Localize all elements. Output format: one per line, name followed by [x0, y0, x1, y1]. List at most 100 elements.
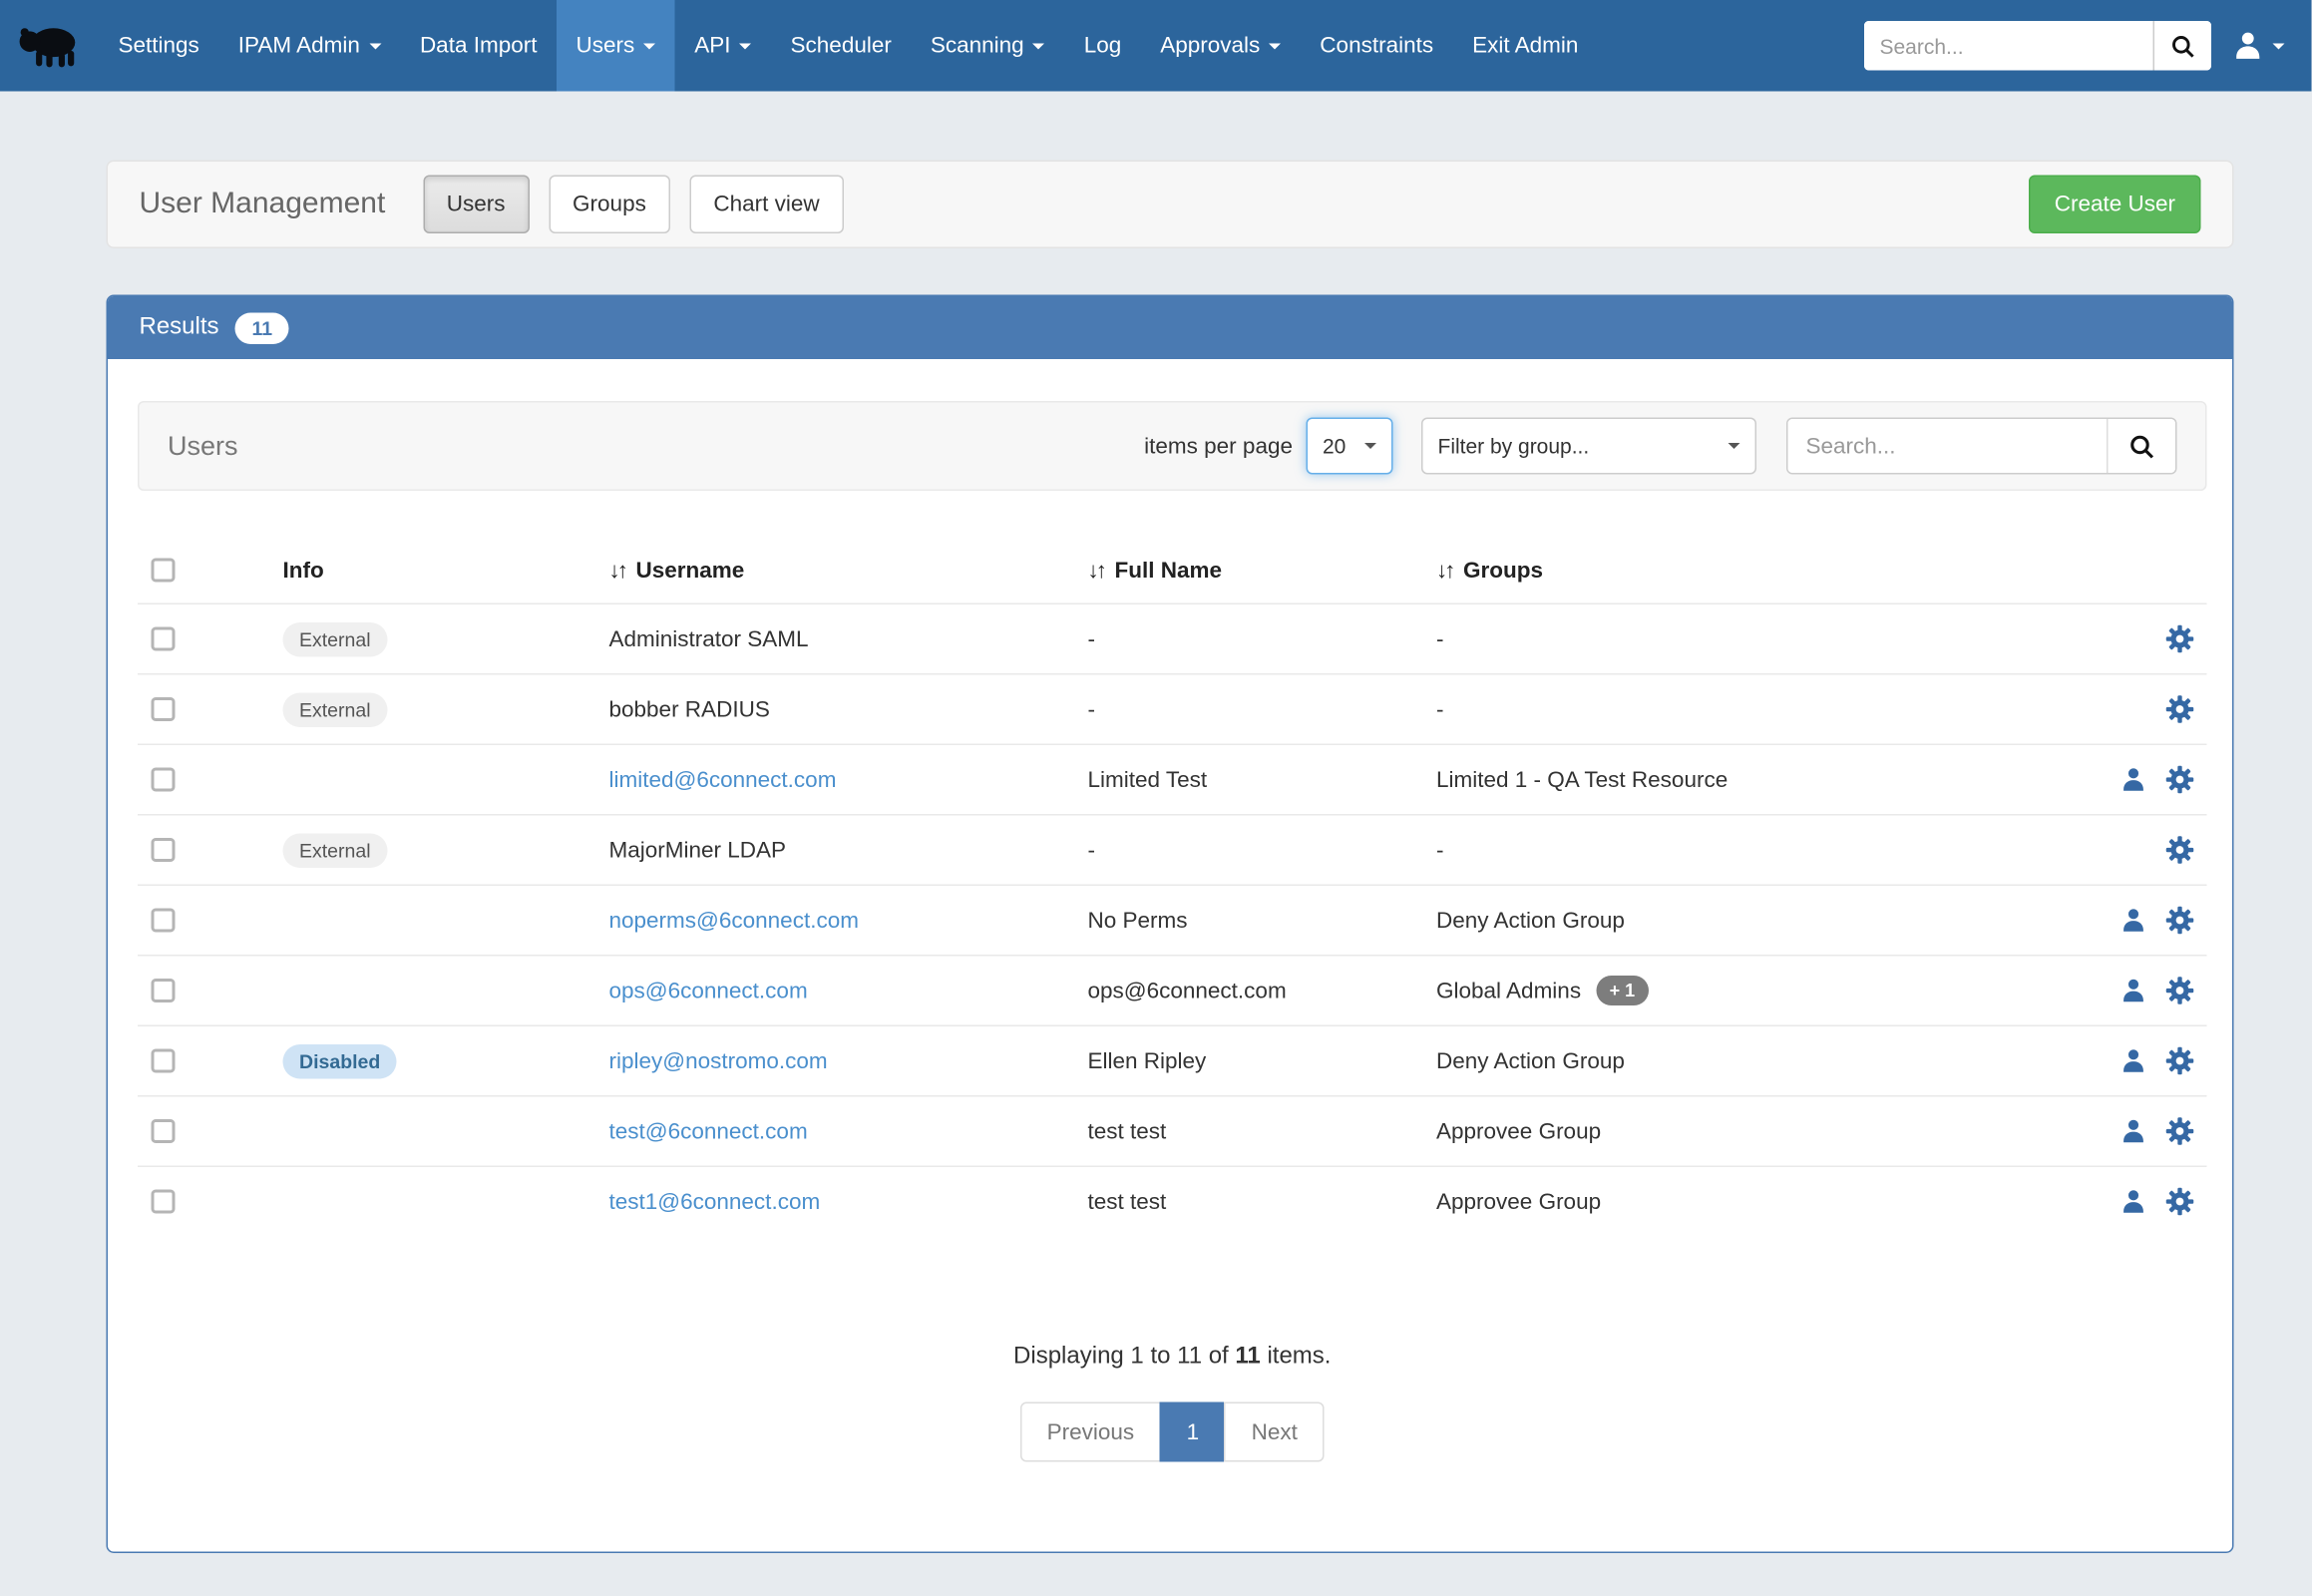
nav-item-label: Approvals [1160, 33, 1260, 59]
settings-gear-icon[interactable] [2165, 624, 2195, 654]
displaying-count: 11 [1235, 1344, 1260, 1370]
nav-item-constraints[interactable]: Constraints [1301, 0, 1453, 92]
username-link[interactable]: test@6connect.com [609, 1118, 808, 1144]
username-link[interactable]: ops@6connect.com [609, 978, 808, 1003]
select-all-checkbox[interactable] [152, 559, 176, 583]
tab-groups[interactable]: Groups [549, 176, 670, 234]
account-menu[interactable] [2211, 30, 2300, 62]
nav-item-label: Scheduler [791, 33, 892, 59]
pagination-next[interactable]: Next [1225, 1402, 1325, 1462]
username-link[interactable]: test1@6connect.com [609, 1189, 821, 1215]
full-name: No Perms [1088, 908, 1437, 934]
nav-item-approvals[interactable]: Approvals [1141, 0, 1301, 92]
main-menu: SettingsIPAM Admin Data Import UsersAPI Sch… [99, 0, 1598, 92]
external-badge: External [283, 621, 388, 656]
nav-item-data-import[interactable]: Data Import [400, 0, 557, 92]
column-header-label: Username [636, 558, 745, 584]
table-row: test1@6connect.comtest testApprovee Grou… [138, 1166, 2207, 1237]
nav-item-settings[interactable]: Settings [99, 0, 218, 92]
username-text: MajorMiner LDAP [609, 837, 787, 863]
groups-text: - [1436, 696, 1444, 722]
settings-gear-icon[interactable] [2165, 1046, 2195, 1076]
sort-icon: ↓↑ [1088, 558, 1105, 584]
app-logo[interactable] [0, 0, 99, 92]
group-filter-value: Filter by group... [1438, 434, 1590, 458]
page: SettingsIPAM AdminData ImportUsersAPISch… [0, 0, 2312, 1596]
settings-gear-icon[interactable] [2165, 1116, 2195, 1146]
create-user-button[interactable]: Create User [2029, 176, 2200, 234]
disabled-badge: Disabled [283, 1043, 397, 1078]
chevron-down-icon [1033, 43, 1045, 49]
nav-item-log[interactable]: Log [1064, 0, 1141, 92]
chevron-down-icon [1269, 43, 1281, 49]
sort-icon: ↓↑ [1436, 558, 1453, 584]
row-checkbox[interactable] [152, 909, 176, 933]
row-checkbox[interactable] [152, 768, 176, 792]
nav-item-label: Scanning [931, 33, 1024, 59]
row-checkbox[interactable] [152, 1049, 176, 1073]
nav-item-users[interactable]: Users [557, 0, 675, 92]
row-checkbox[interactable] [152, 697, 176, 721]
username-link[interactable]: noperms@6connect.com [609, 908, 859, 934]
row-checkbox[interactable] [152, 838, 176, 862]
items-per-page-label: items per page [1144, 433, 1293, 459]
groups-text: Approvee Group [1436, 1118, 1601, 1144]
settings-gear-icon[interactable] [2165, 694, 2195, 724]
search-icon [2169, 32, 2196, 59]
full-name: ops@6connect.com [1088, 978, 1437, 1003]
column-header-label: Info [283, 558, 324, 584]
column-header-info: Info [283, 558, 609, 584]
groups-text: Approvee Group [1436, 1189, 1601, 1215]
table-row: ops@6connect.comops@6connect.comGlobal A… [138, 955, 2207, 1025]
nav-item-scheduler[interactable]: Scheduler [771, 0, 911, 92]
tab-users[interactable]: Users [423, 176, 530, 234]
nav-item-label: Exit Admin [1472, 33, 1578, 59]
username-link[interactable]: limited@6connect.com [609, 767, 837, 793]
column-header-username[interactable]: ↓↑ Username [609, 558, 1088, 584]
full-name: Ellen Ripley [1088, 1048, 1437, 1074]
user-permissions-icon[interactable] [2120, 766, 2147, 793]
page-title: User Management [140, 188, 386, 222]
user-permissions-icon[interactable] [2120, 978, 2147, 1004]
more-groups-badge: + 1 [1596, 976, 1649, 1005]
pagination-previous[interactable]: Previous [1020, 1402, 1162, 1462]
table-row: Disabledripley@nostromo.comEllen RipleyD… [138, 1025, 2207, 1096]
toolbar-title: Users [168, 430, 238, 462]
nav-item-scanning[interactable]: Scanning [911, 0, 1064, 92]
column-header-full-name[interactable]: ↓↑Full Name [1088, 558, 1437, 584]
groups-text: Deny Action Group [1436, 908, 1625, 934]
settings-gear-icon[interactable] [2165, 906, 2195, 936]
nav-item-api[interactable]: API [675, 0, 771, 92]
global-search-button[interactable] [2153, 21, 2212, 71]
pagination-page-1[interactable]: 1 [1160, 1402, 1227, 1462]
user-permissions-icon[interactable] [2120, 1047, 2147, 1074]
nav-item-label: Constraints [1320, 33, 1433, 59]
nav-item-ipam-admin[interactable]: IPAM Admin [218, 0, 400, 92]
nav-item-exit-admin[interactable]: Exit Admin [1453, 0, 1598, 92]
settings-gear-icon[interactable] [2165, 1187, 2195, 1217]
row-checkbox[interactable] [152, 1190, 176, 1214]
global-search-input[interactable] [1864, 21, 2153, 71]
table-search-button[interactable] [2107, 419, 2175, 473]
group-filter-select[interactable]: Filter by group... [1421, 418, 1756, 475]
settings-gear-icon[interactable] [2165, 976, 2195, 1005]
groups-text: - [1436, 626, 1444, 652]
row-checkbox[interactable] [152, 979, 176, 1002]
user-permissions-icon[interactable] [2120, 907, 2147, 934]
displaying-prefix: Displaying 1 to 11 of [1013, 1344, 1235, 1370]
user-permissions-icon[interactable] [2120, 1118, 2147, 1145]
nav-item-label: Data Import [420, 33, 538, 59]
table-search-input[interactable] [1788, 419, 2108, 473]
results-panel-header: Results 11 [108, 296, 2232, 359]
column-header-groups[interactable]: ↓↑ Groups [1436, 558, 2023, 584]
user-permissions-icon[interactable] [2120, 1188, 2147, 1215]
items-per-page-select[interactable]: 20 [1307, 418, 1393, 475]
column-header-label: Groups [1463, 558, 1543, 584]
username-link[interactable]: ripley@nostromo.com [609, 1048, 828, 1074]
row-checkbox[interactable] [152, 627, 176, 651]
settings-gear-icon[interactable] [2165, 835, 2195, 865]
row-checkbox[interactable] [152, 1119, 176, 1143]
tab-chart-view[interactable]: Chart view [689, 176, 843, 234]
settings-gear-icon[interactable] [2165, 765, 2195, 795]
sort-icon: ↓↑ [609, 558, 626, 584]
